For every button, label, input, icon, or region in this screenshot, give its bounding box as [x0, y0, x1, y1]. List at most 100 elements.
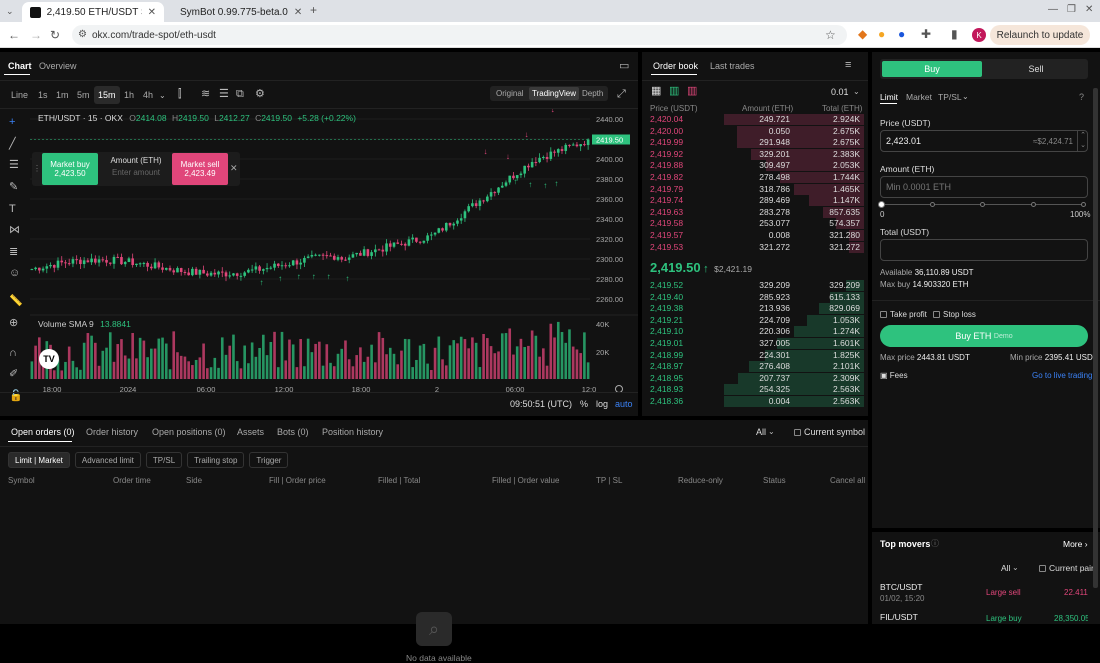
chevron-down-icon[interactable]: ⌄: [1012, 562, 1019, 573]
book-bids-view-icon[interactable]: ▥: [669, 86, 679, 97]
browser-tab-okx[interactable]: 2,419.50 ETH/USDT Spot ✕: [22, 2, 164, 22]
pattern-icon[interactable]: ⋈: [9, 225, 20, 236]
side-panel-icon[interactable]: ▮: [951, 28, 958, 40]
ask-row[interactable]: 2,419.82 278.498 1.744K: [646, 172, 868, 183]
view-depth[interactable]: Depth: [582, 89, 603, 98]
magnet-icon[interactable]: ∩: [9, 348, 17, 359]
slider-stop[interactable]: [929, 202, 935, 207]
stop-loss-checkbox[interactable]: Stop loss: [933, 310, 976, 319]
expand-icon[interactable]: ⤢: [617, 89, 626, 100]
interval-line[interactable]: Line: [11, 90, 28, 100]
ask-row[interactable]: 2,419.57 0.008 321.280: [646, 230, 868, 241]
log-toggle[interactable]: log: [596, 399, 608, 409]
tab-open-positions[interactable]: Open positions (0): [152, 427, 226, 437]
buy-eth-button[interactable]: Buy ETH Demo: [880, 325, 1088, 347]
brush-icon[interactable]: ✎: [9, 182, 18, 193]
book-both-view-icon[interactable]: ▦: [651, 86, 661, 97]
slider-handle[interactable]: [878, 201, 885, 208]
mover-row[interactable]: BTC/USDT 01/02, 15:20 Large sell 22.411: [880, 582, 1088, 604]
ask-row[interactable]: 2,419.74 289.469 1.147K: [646, 195, 868, 207]
new-tab-icon[interactable]: +: [310, 4, 317, 16]
fullscreen-icon[interactable]: ▭: [619, 61, 629, 72]
ruler-icon[interactable]: 📏: [9, 296, 23, 307]
subtab-tp-sl[interactable]: TP/SL: [145, 452, 183, 468]
layout-icon[interactable]: ☰: [219, 89, 229, 100]
bookmark-star-icon[interactable]: ☆: [825, 29, 836, 41]
increment-icon[interactable]: ⌃: [1077, 131, 1088, 141]
browser-tab-symbot[interactable]: SymBot 0.99.775-beta.0 ✕: [166, 2, 308, 22]
current-pair-checkbox[interactable]: Current pair: [1039, 563, 1094, 573]
close-tab-icon[interactable]: ✕: [148, 7, 156, 18]
ask-row[interactable]: 2,419.99 291.948 2.675K: [646, 137, 868, 149]
fees-link[interactable]: ▣ Fees: [880, 371, 908, 380]
tab-assets[interactable]: Assets: [237, 427, 264, 437]
tab-bots[interactable]: Bots (0): [277, 427, 309, 437]
ask-row[interactable]: 2,419.79 318.786 1.465K: [646, 183, 868, 195]
bid-row[interactable]: 2,418.99 224.301 1.825K: [646, 349, 868, 361]
tab-overview[interactable]: Overview: [39, 61, 77, 71]
chevron-down-icon[interactable]: ⌄: [962, 91, 969, 102]
interval-4h[interactable]: 4h: [143, 90, 153, 100]
order-type-tpsl[interactable]: TP/SL: [938, 92, 962, 102]
emoji-icon[interactable]: ☺: [9, 268, 20, 279]
page-scrollbar[interactable]: [1093, 88, 1098, 588]
take-profit-checkbox[interactable]: Take profit: [880, 310, 927, 319]
chevron-down-icon[interactable]: ⌄: [853, 86, 860, 97]
bid-row[interactable]: 2,419.52 329.209 329.209: [646, 280, 868, 291]
view-tradingview[interactable]: TradingView: [529, 87, 580, 100]
interval-5m[interactable]: 5m: [77, 90, 90, 100]
precision-select[interactable]: 0.01: [831, 87, 849, 97]
minimize-icon[interactable]: —: [1048, 4, 1058, 16]
candle-type-icon[interactable]: ⫿: [178, 89, 182, 100]
back-icon[interactable]: ←: [8, 29, 20, 41]
bid-row[interactable]: 2,418.36 0.004 2.563K: [646, 396, 868, 407]
slider-stop[interactable]: [1030, 202, 1036, 207]
extension-icon[interactable]: ●: [878, 28, 885, 40]
tab-chart[interactable]: Chart: [8, 61, 32, 71]
subtab-advanced-limit[interactable]: Advanced limit: [74, 452, 141, 468]
text-tool-icon[interactable]: T: [9, 204, 16, 215]
drag-handle-icon[interactable]: ⋮: [33, 163, 41, 174]
profile-avatar[interactable]: K: [972, 28, 986, 42]
view-original[interactable]: Original: [496, 89, 524, 98]
templates-icon[interactable]: ⧉: [236, 89, 244, 100]
forward-icon[interactable]: →: [30, 29, 42, 41]
ask-row[interactable]: 2,419.63 283.278 857.635: [646, 206, 868, 218]
address-bar[interactable]: ⚙ okx.com/trade-spot/eth-usdt ☆: [72, 25, 847, 45]
fib-icon[interactable]: ≣: [9, 247, 18, 258]
zoom-in-icon[interactable]: ⊕: [9, 318, 18, 329]
ask-row[interactable]: 2,419.58 253.077 574.357: [646, 218, 868, 230]
column-header[interactable]: Cancel all: [830, 476, 865, 485]
tab-search-icon[interactable]: ⌄: [6, 5, 14, 17]
bid-row[interactable]: 2,419.21 224.709 1.053K: [646, 314, 868, 326]
subtab-limit-market[interactable]: Limit | Market: [8, 452, 70, 468]
bid-row[interactable]: 2,419.01 327.005 1.601K: [646, 338, 868, 349]
info-icon[interactable]: ⓘ: [931, 538, 939, 549]
tab-position-history[interactable]: Position history: [322, 427, 383, 437]
extensions-puzzle-icon[interactable]: ✚: [921, 28, 931, 40]
bid-row[interactable]: 2,418.95 207.737 2.309K: [646, 372, 868, 384]
site-info-icon[interactable]: ⚙: [78, 29, 87, 41]
subtab-trigger[interactable]: Trigger: [249, 452, 289, 468]
auto-toggle[interactable]: auto: [615, 399, 633, 409]
bid-row[interactable]: 2,419.10 220.306 1.274K: [646, 326, 868, 338]
close-icon[interactable]: ✕: [230, 163, 238, 174]
ask-row[interactable]: 2,419.88 309.497 2.053K: [646, 160, 868, 172]
go-live-link[interactable]: Go to live trading: [1032, 371, 1092, 380]
lock-drawing-icon[interactable]: ✐: [9, 369, 18, 380]
ask-row[interactable]: 2,420.00 0.050 2.675K: [646, 125, 868, 137]
trendline-icon[interactable]: ╱: [9, 139, 16, 150]
crosshair-icon[interactable]: +: [9, 117, 15, 128]
ask-row[interactable]: 2,419.53 321.272 321.272: [646, 241, 868, 253]
percent-toggle[interactable]: %: [580, 399, 588, 409]
interval-1s[interactable]: 1s: [38, 90, 48, 100]
order-type-market[interactable]: Market: [906, 92, 932, 102]
orderbook-settings-icon[interactable]: ≡: [845, 60, 851, 71]
extension-icon[interactable]: ●: [898, 28, 905, 40]
sell-tab[interactable]: Sell: [986, 61, 1086, 77]
tab-last-trades[interactable]: Last trades: [710, 61, 755, 71]
indicators-icon[interactable]: ≋: [201, 89, 210, 100]
ask-row[interactable]: 2,419.92 329.201 2.383K: [646, 148, 868, 160]
book-asks-view-icon[interactable]: ▥: [687, 86, 697, 97]
bid-row[interactable]: 2,418.93 254.325 2.563K: [646, 384, 868, 396]
